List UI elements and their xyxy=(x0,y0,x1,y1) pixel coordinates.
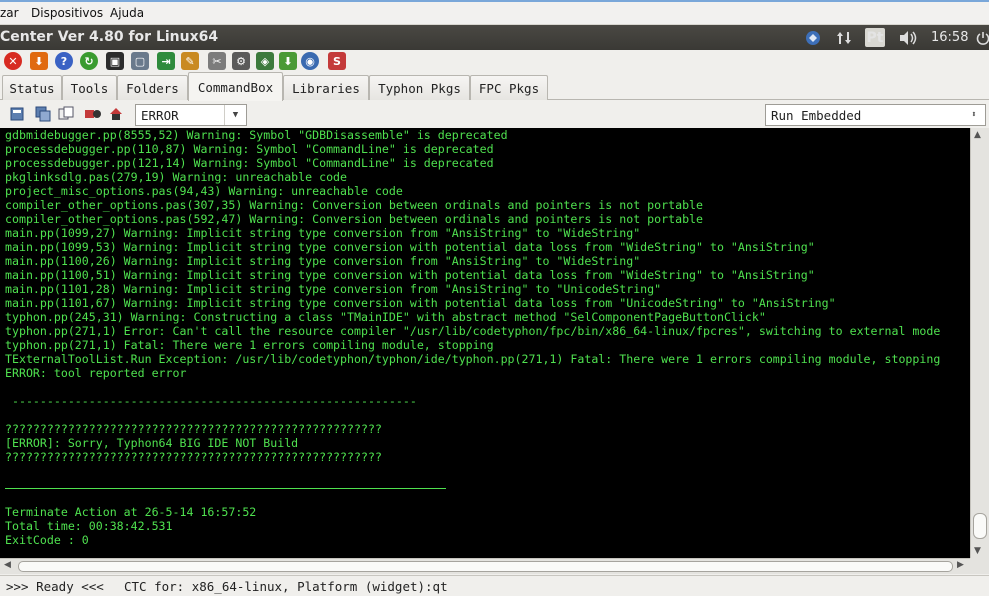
console-line: main.pp(1100,26) Warning: Implicit strin… xyxy=(5,254,641,268)
console-line: project_misc_options.pas(94,43) Warning:… xyxy=(5,184,403,198)
console-line: [ERROR]: Sorry, Typhon64 BIG IDE NOT Bui… xyxy=(5,436,299,450)
scroll-corner xyxy=(970,558,989,574)
window-title: Center Ver 4.80 for Linux64 xyxy=(0,29,219,45)
chevron-down-icon[interactable]: ▼ xyxy=(224,105,246,125)
scroll-up-icon[interactable]: ▲ xyxy=(974,130,981,140)
menu-accent-line xyxy=(0,0,989,2)
run-mode-value: Run Embedded xyxy=(771,108,862,123)
clear-icon[interactable] xyxy=(8,105,26,123)
filter-combo-value: ERROR xyxy=(141,108,179,123)
copy-window-icon[interactable] xyxy=(34,105,52,123)
gauge-icon[interactable]: ◉ xyxy=(301,52,319,70)
main-tabs: Status Tools Folders CommandBox Librarie… xyxy=(0,72,989,101)
help-icon[interactable]: ? xyxy=(55,52,73,70)
clock[interactable]: 16:58 xyxy=(931,30,968,45)
spin-arrows-icon[interactable]: ⬍ xyxy=(963,105,985,125)
horizontal-scroll-thumb[interactable] xyxy=(18,561,953,572)
scroll-right-icon[interactable]: ▶ xyxy=(957,560,964,570)
volume-icon[interactable] xyxy=(897,28,919,47)
login-icon[interactable]: ⇥ xyxy=(157,52,175,70)
console-line: Total time: 00:38:42.531 xyxy=(5,519,173,533)
tab-folders[interactable]: Folders xyxy=(117,75,188,100)
console-line: main.pp(1101,28) Warning: Implicit strin… xyxy=(5,282,662,296)
dropbox-icon[interactable] xyxy=(803,28,823,47)
refresh-icon[interactable]: ↻ xyxy=(80,52,98,70)
package-64-icon[interactable]: S xyxy=(328,52,346,70)
console-line: ????????????????????????????????????????… xyxy=(5,450,382,464)
horizontal-scrollbar[interactable]: ◀ ▶ xyxy=(0,558,970,574)
filter-combo[interactable]: ERROR ▼ xyxy=(135,104,247,126)
tab-commandbox[interactable]: CommandBox xyxy=(188,72,283,101)
console-separator-line xyxy=(5,488,446,489)
run-icon[interactable] xyxy=(108,105,126,123)
tab-status[interactable]: Status xyxy=(2,75,62,100)
console-line: compiler_other_options.pas(592,47) Warni… xyxy=(5,212,704,226)
settings-icon[interactable]: ⚙ xyxy=(232,52,250,70)
menu-item-ajuda[interactable]: Ajuda xyxy=(110,6,144,20)
power-icon[interactable] xyxy=(975,28,989,47)
console-line: pkglinksdlg.pas(279,19) Warning: unreach… xyxy=(5,170,348,184)
download-icon[interactable]: ⬇ xyxy=(30,52,48,70)
status-ready: >>> Ready <<< xyxy=(6,579,104,594)
main-toolbar: ✕ ⬇ ? ↻ ▣ ▢ ⇥ ✎ ✂ ⚙ ◈ ⬇ ◉ S xyxy=(0,50,989,72)
keyboard-layout-indicator[interactable]: Pt xyxy=(865,28,885,47)
frame-icon[interactable]: ▢ xyxy=(131,52,149,70)
status-bar: >>> Ready <<< CTC for: x86_64-linux, Pla… xyxy=(0,575,989,596)
network-updown-icon[interactable] xyxy=(834,28,854,47)
tab-tools[interactable]: Tools xyxy=(62,75,117,100)
console-line: Terminate Action at 26-5-14 16:57:52 xyxy=(5,505,257,519)
terminal-icon[interactable]: ▣ xyxy=(106,52,124,70)
tab-typhon-pkgs[interactable]: Typhon Pkgs xyxy=(369,75,470,100)
stop-icon[interactable] xyxy=(84,105,102,123)
status-platform-info: CTC for: x86_64-linux, Platform (widget)… xyxy=(124,579,448,594)
globe-download-icon[interactable]: ⬇ xyxy=(279,52,297,70)
console-output[interactable]: gdbmidebugger.pp(8555,52) Warning: Symbo… xyxy=(0,128,970,558)
run-mode-combo[interactable]: Run Embedded ⬍ xyxy=(765,104,986,126)
console-line: main.pp(1099,53) Warning: Implicit strin… xyxy=(5,240,815,254)
vertical-scrollbar[interactable]: ▲ ▼ xyxy=(970,128,989,558)
title-bar: Center Ver 4.80 for Linux64 Pt 16:58 xyxy=(0,25,989,50)
vertical-scroll-thumb[interactable] xyxy=(973,513,987,539)
tools-icon[interactable]: ✂ xyxy=(208,52,226,70)
menu-item-visualizar[interactable]: zar xyxy=(0,6,19,20)
console-line: ExitCode : 0 xyxy=(5,533,89,547)
scroll-left-icon[interactable]: ◀ xyxy=(4,560,11,570)
chip-icon[interactable]: ◈ xyxy=(256,52,274,70)
console-line: typhon.pp(271,1) Error: Can't call the r… xyxy=(5,324,941,338)
edit-icon[interactable]: ✎ xyxy=(181,52,199,70)
app-window: zar Dispositivos Ajuda Center Ver 4.80 f… xyxy=(0,0,989,596)
console-line: main.pp(1099,27) Warning: Implicit strin… xyxy=(5,226,641,240)
menu-item-dispositivos[interactable]: Dispositivos xyxy=(31,6,103,20)
console-line: ERROR: tool reported error xyxy=(5,366,187,380)
console-line: main.pp(1100,51) Warning: Implicit strin… xyxy=(5,268,815,282)
console-line: processdebugger.pp(110,87) Warning: Symb… xyxy=(5,142,494,156)
tab-fpc-pkgs[interactable]: FPC Pkgs xyxy=(470,75,548,100)
close-red-icon[interactable]: ✕ xyxy=(4,52,22,70)
scroll-down-icon[interactable]: ▼ xyxy=(974,546,981,556)
console-line: typhon.pp(271,1) Fatal: There were 1 err… xyxy=(5,338,494,352)
menu-bar: zar Dispositivos Ajuda xyxy=(0,0,989,25)
commandbox-toolbar: ERROR ▼ Run Embedded ⬍ xyxy=(0,100,989,128)
console-line: compiler_other_options.pas(307,35) Warni… xyxy=(5,198,704,212)
console-separator-dashes: ----------------------------------------… xyxy=(5,394,417,408)
duplicate-icon[interactable] xyxy=(57,105,75,123)
tab-libraries[interactable]: Libraries xyxy=(283,75,369,100)
console-line: ????????????????????????????????????????… xyxy=(5,422,382,436)
console-line: TExternalToolList.Run Exception: /usr/li… xyxy=(5,352,941,366)
console-line: main.pp(1101,67) Warning: Implicit strin… xyxy=(5,296,836,310)
console-line: gdbmidebugger.pp(8555,52) Warning: Symbo… xyxy=(5,128,508,142)
console-line: processdebugger.pp(121,14) Warning: Symb… xyxy=(5,156,494,170)
console-line: typhon.pp(245,31) Warning: Constructing … xyxy=(5,310,766,324)
